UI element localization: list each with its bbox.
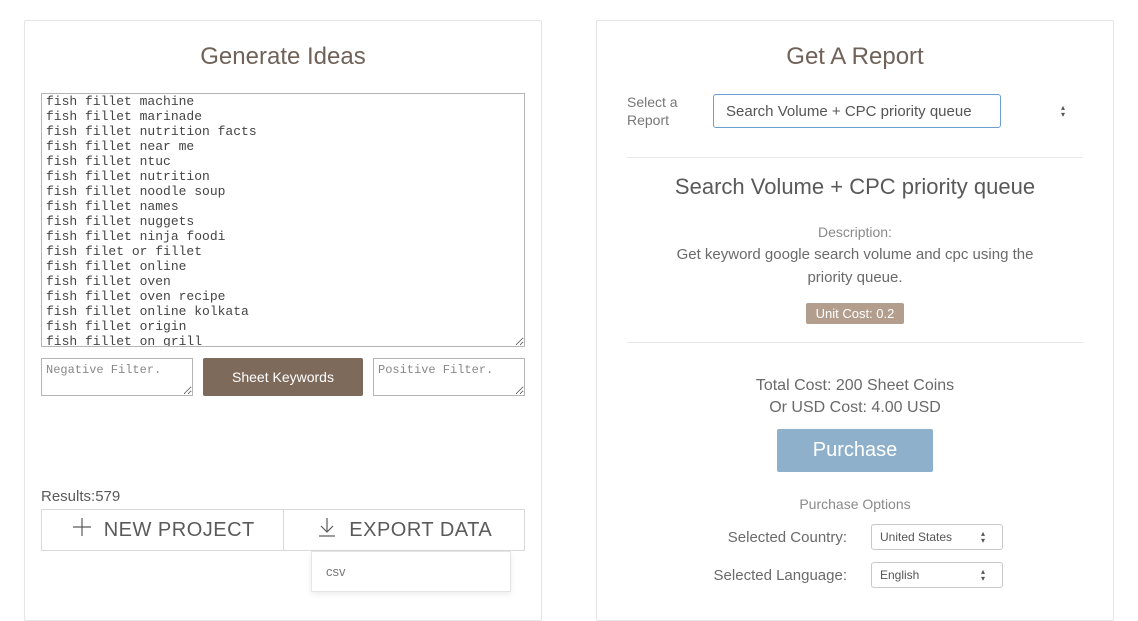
plus-icon [70, 515, 94, 545]
positive-filter-input[interactable] [373, 358, 525, 396]
language-label: Selected Language: [707, 567, 847, 584]
cost-block: Total Cost: 200 Sheet Coins Or USD Cost:… [627, 377, 1083, 472]
results-count: Results:579 [41, 488, 525, 505]
description-text: Get keyword google search volume and cpc… [675, 244, 1035, 289]
country-label: Selected Country: [707, 529, 847, 546]
export-data-button[interactable]: EXPORT DATA [284, 509, 526, 551]
unit-cost-badge: Unit Cost: 0.2 [806, 303, 905, 324]
results-value: 579 [95, 488, 120, 505]
select-report-label: Select a Report [627, 93, 687, 129]
bottom-actions: NEW PROJECT EXPORT DATA [41, 509, 525, 551]
get-report-title: Get A Report [627, 43, 1083, 71]
report-heading: Search Volume + CPC priority queue [627, 174, 1083, 200]
chevron-updown-icon [1061, 104, 1075, 118]
language-row: Selected Language: English [627, 562, 1083, 588]
divider [627, 342, 1083, 343]
select-report-row: Select a Report Search Volume + CPC prio… [627, 93, 1083, 129]
purchase-button[interactable]: Purchase [777, 429, 934, 472]
generate-ideas-title: Generate Ideas [41, 43, 525, 71]
total-cost-line: Total Cost: 200 Sheet Coins [627, 377, 1083, 395]
new-project-label: NEW PROJECT [104, 519, 255, 542]
export-data-label: EXPORT DATA [349, 519, 492, 542]
export-menu: csv [311, 551, 511, 592]
language-select[interactable]: English [871, 562, 1003, 588]
download-icon [315, 515, 339, 545]
sheet-keywords-button[interactable]: Sheet Keywords [203, 358, 363, 396]
divider [627, 157, 1083, 158]
keywords-textarea[interactable] [41, 93, 525, 347]
negative-filter-input[interactable] [41, 358, 193, 396]
filter-row: Sheet Keywords [41, 358, 525, 396]
export-csv-item[interactable]: csv [326, 564, 496, 579]
generate-ideas-panel: Generate Ideas Sheet Keywords Results:57… [24, 20, 542, 621]
country-select[interactable]: United States [871, 524, 1003, 550]
purchase-options-title: Purchase Options [627, 496, 1083, 512]
country-row: Selected Country: United States [627, 524, 1083, 550]
usd-cost-line: Or USD Cost: 4.00 USD [627, 399, 1083, 417]
description-label: Description: [627, 224, 1083, 240]
get-report-panel: Get A Report Select a Report Search Volu… [596, 20, 1114, 621]
new-project-button[interactable]: NEW PROJECT [41, 509, 284, 551]
results-label: Results: [41, 488, 95, 505]
report-select[interactable]: Search Volume + CPC priority queue [713, 94, 1001, 128]
